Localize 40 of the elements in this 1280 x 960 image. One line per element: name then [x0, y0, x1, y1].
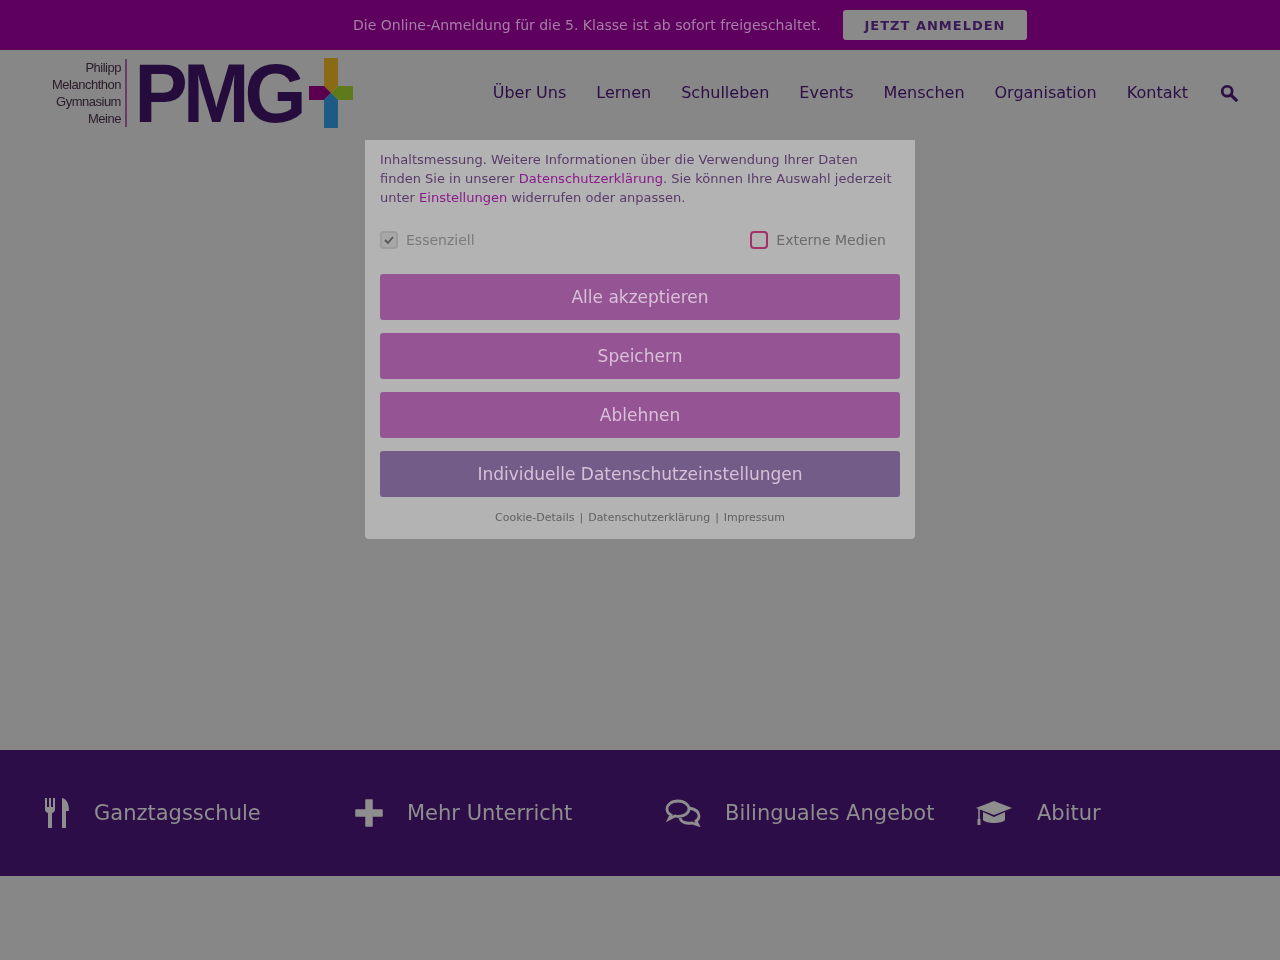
footer-link[interactable]: Cookie-Details — [495, 511, 575, 524]
consent-button[interactable]: Alle akzeptieren — [380, 274, 900, 320]
footer-link[interactable]: Datenschutzerklärung — [588, 511, 711, 524]
logo-text: Meine — [88, 109, 121, 127]
consent-button[interactable]: Speichern — [380, 333, 900, 379]
nav-link[interactable]: Organisation — [994, 83, 1097, 102]
consent-text: Inhaltsmessung. Weitere Informationen über die Verwendung Ihrer Daten finden Sie in unserer Datenschutzerklärung. Sie können Ihre Auswahl jederzeit unter Einstellungen widerrufen oder anpassen. — [380, 151, 893, 207]
footer-link[interactable]: Impressum — [723, 511, 785, 524]
separator: | — [715, 511, 719, 524]
logo-text: Philipp — [85, 58, 121, 76]
consent-button[interactable]: Individuelle Datenschutzeinstellungen — [380, 451, 900, 497]
school-logo[interactable]: Philipp Melanchthon Gymnasium Meine PMG — [52, 56, 354, 129]
plus-icon — [355, 799, 383, 827]
nav-link[interactable]: Menschen — [883, 83, 965, 102]
feature-link[interactable]: Bilinguales Angebot — [725, 801, 935, 825]
nav-link[interactable]: Über Uns — [492, 83, 567, 102]
nav-link[interactable]: Kontakt — [1126, 83, 1188, 102]
feature-link[interactable]: Mehr Unterricht — [407, 801, 573, 825]
fork-knife-icon — [44, 798, 70, 828]
announcement-text: Die Online-Anmeldung für die 5. Klasse ist ab sofort freigeschaltet. — [353, 17, 821, 33]
search-icon[interactable] — [1220, 83, 1238, 102]
chat-bubbles-icon — [665, 799, 701, 827]
text-link[interactable]: Datenschutzerklärung — [518, 171, 663, 186]
separator: | — [579, 511, 584, 524]
register-button[interactable]: JETZT ANMELDEN — [843, 10, 1027, 40]
logo-text: Melanchthon — [52, 75, 121, 93]
feature-link[interactable]: Ganztagsschule — [94, 801, 261, 825]
nav-link[interactable]: Schulleben — [681, 83, 770, 102]
logo-text: Gymnasium — [56, 92, 121, 110]
checkbox-label: Essenziell — [406, 232, 475, 248]
checkbox[interactable] — [750, 231, 769, 249]
colored-cross-icon — [309, 57, 354, 128]
nav-link[interactable]: Events — [799, 83, 854, 102]
nav-link[interactable]: Lernen — [596, 83, 652, 102]
feature-link[interactable]: Abitur — [1037, 801, 1101, 825]
checkbox-label: Externe Medien — [776, 232, 886, 248]
consent-button[interactable]: Ablehnen — [380, 392, 900, 438]
logo-letters: PMG — [134, 57, 302, 128]
text-link[interactable]: Einstellungen — [419, 190, 508, 205]
graduation-cap-icon — [975, 800, 1013, 826]
